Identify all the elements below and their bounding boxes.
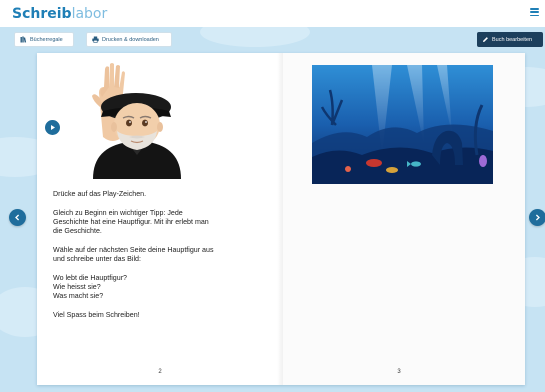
play-icon (51, 125, 55, 130)
avatar-illustration (92, 63, 181, 179)
instruction-paragraph: Drücke auf das Play-Zeichen. (53, 190, 147, 198)
page-number-left: 2 (158, 369, 162, 375)
bookshelves-label: Bücherregale (30, 36, 63, 43)
reader-stage: Bücherregale Drucken & downloaden Buch b… (0, 27, 545, 392)
instruction-paragraph: Viel Spass beim Schreiben! (53, 311, 140, 319)
edit-book-button[interactable]: Buch bearbeiten (477, 32, 543, 47)
underwater-scene-image (312, 65, 493, 184)
logo-text-strong: Schreib (12, 6, 72, 22)
bookshelves-button[interactable]: Bücherregale (14, 32, 74, 47)
instructions-text: Drücke auf das Play-Zeichen. Gleich zu B… (53, 190, 267, 330)
instruction-paragraph: Wähle auf der nächsten Seite deine Haupt… (53, 246, 214, 263)
next-page-button[interactable] (529, 209, 545, 226)
book-spread: Drücke auf das Play-Zeichen. Gleich zu B… (37, 53, 525, 385)
printer-icon (92, 36, 99, 43)
book-page-right: 3 (283, 53, 525, 385)
bookshelf-icon (20, 36, 27, 43)
chevron-left-icon (15, 214, 20, 221)
page-number-right: 3 (397, 369, 401, 375)
print-download-label: Drucken & downloaden (102, 36, 159, 43)
book-page-left: Drücke auf das Play-Zeichen. Gleich zu B… (37, 53, 283, 385)
app-logo[interactable]: Schreiblabor (12, 6, 107, 22)
print-download-button[interactable]: Drucken & downloaden (86, 32, 172, 47)
previous-page-button[interactable] (9, 209, 26, 226)
logo-text-light: labor (71, 6, 108, 22)
hamburger-menu-icon[interactable] (530, 8, 539, 16)
edit-book-label: Buch bearbeiten (492, 36, 533, 43)
play-button[interactable] (45, 120, 60, 135)
chevron-right-icon (535, 214, 540, 221)
instruction-paragraph: Wo lebt die Hauptfigur? Wie heisst sie? … (53, 274, 128, 300)
pencil-icon (482, 36, 489, 43)
instruction-paragraph: Gleich zu Beginn ein wichtiger Tipp: Jed… (53, 209, 209, 235)
top-bar: Schreiblabor (0, 0, 545, 27)
